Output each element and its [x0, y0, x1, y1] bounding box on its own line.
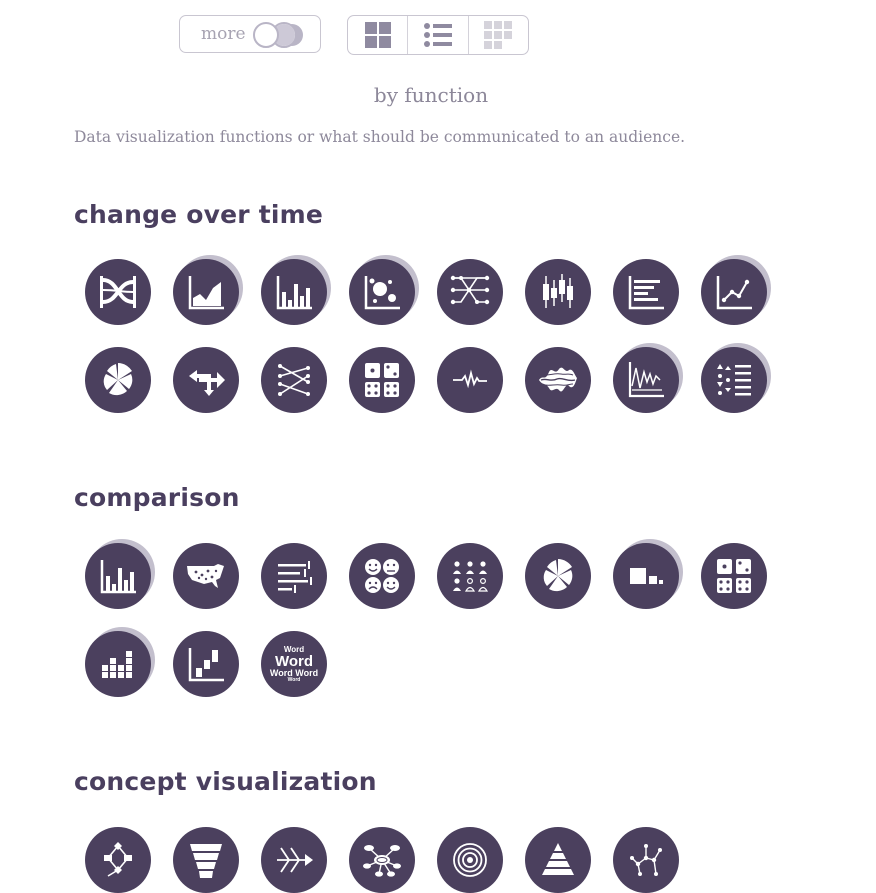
chart-grid-change-over-time	[85, 255, 771, 413]
page-description: Data visualization functions or what sho…	[74, 128, 686, 146]
gantt-chart-icon	[628, 276, 664, 310]
tile-radial-chart[interactable]	[525, 543, 591, 609]
tree-network-icon	[630, 844, 662, 876]
tile-stream-graph[interactable]	[525, 347, 591, 413]
grid-view-button[interactable]	[348, 16, 409, 54]
word-cloud-word: Word	[287, 676, 301, 683]
tile-word-cloud[interactable]: Word Word Word Word Word	[261, 631, 327, 697]
tile-small-multiples[interactable]	[349, 347, 415, 413]
word-cloud-icon: Word Word Word Word Word	[270, 645, 318, 683]
line-chart-icon	[716, 276, 752, 310]
radial-chart-icon	[103, 363, 133, 396]
tile-choropleth-map[interactable]	[173, 543, 239, 609]
chart-grid-concept-visualization	[85, 827, 767, 893]
proportional-area-icon	[630, 568, 663, 584]
tile-bar-chart[interactable]	[261, 255, 331, 325]
tile-radial-chart[interactable]	[85, 347, 151, 413]
tile-slope-chart[interactable]	[261, 347, 327, 413]
pyramid-icon	[542, 843, 574, 875]
word-cloud-word: Word	[274, 652, 314, 670]
chernoff-faces-icon	[365, 559, 399, 593]
bar-chart-icon	[276, 276, 312, 310]
tile-step-chart[interactable]	[173, 631, 239, 697]
target-circles-icon	[453, 843, 487, 877]
grid-icon	[364, 22, 391, 48]
step-chart-icon	[188, 648, 224, 682]
mind-map-icon	[363, 845, 401, 877]
network-lines-icon	[450, 275, 490, 305]
flow-arrows-icon	[189, 370, 225, 396]
more-toggle-button[interactable]: more	[179, 15, 321, 53]
tile-bubble-chart[interactable]	[349, 255, 419, 325]
slope-chart-icon	[278, 364, 310, 396]
compact-grid-icon	[484, 21, 513, 49]
section-title-change-over-time: change over time	[74, 200, 324, 229]
tile-pictograph[interactable]	[437, 543, 503, 609]
small-multiples-icon	[365, 363, 399, 397]
stacked-bar-grid-icon	[102, 651, 132, 678]
tile-chernoff-faces[interactable]	[349, 543, 415, 609]
compact-grid-view-button[interactable]	[469, 16, 528, 54]
tile-proportional-area[interactable]	[613, 539, 683, 609]
bullet-graph-icon	[278, 561, 312, 593]
funnel-icon	[190, 844, 222, 878]
pictograph-icon	[453, 561, 489, 592]
section-title-concept-visualization: concept visualization	[74, 767, 377, 796]
bar-chart-icon	[100, 560, 136, 594]
tile-target-circles[interactable]	[437, 827, 503, 893]
tile-timeline-list[interactable]	[701, 343, 771, 413]
tile-bullet-graph[interactable]	[261, 543, 327, 609]
list-icon	[423, 23, 452, 47]
tile-stacked-bar-grid[interactable]	[85, 627, 155, 697]
more-label: more	[201, 24, 246, 44]
tile-spiral-wave[interactable]	[437, 347, 503, 413]
view-mode-switcher	[347, 15, 529, 55]
spiral-wave-icon	[453, 369, 487, 389]
timeline-list-icon	[717, 364, 751, 396]
radial-chart-icon	[543, 559, 573, 592]
tile-flow-chart[interactable]	[85, 827, 151, 893]
tile-pyramid[interactable]	[525, 827, 591, 893]
fishbone-diagram-icon	[277, 847, 313, 873]
tile-bar-chart[interactable]	[85, 539, 155, 609]
chart-grid-comparison: Word Word Word Word Word	[85, 539, 767, 697]
section-title-comparison: comparison	[74, 483, 240, 512]
alluvial-diagram-icon	[100, 276, 136, 308]
tile-gantt-chart[interactable]	[613, 259, 679, 325]
stream-graph-icon	[539, 367, 577, 392]
list-view-button[interactable]	[408, 16, 469, 54]
tile-line-chart[interactable]	[701, 255, 771, 325]
candlestick-chart-icon	[543, 274, 573, 308]
tile-area-chart[interactable]	[173, 255, 243, 325]
toolbar: more	[0, 15, 876, 57]
choropleth-map-icon	[187, 564, 224, 588]
bubble-chart-icon	[364, 276, 400, 310]
small-multiples-icon	[717, 559, 751, 593]
tile-small-multiples[interactable]	[701, 543, 767, 609]
stock-chart-icon	[628, 362, 664, 398]
area-chart-icon	[188, 276, 224, 310]
tile-funnel[interactable]	[173, 827, 239, 893]
tile-flow-arrows[interactable]	[173, 347, 239, 413]
tile-alluvial-diagram[interactable]	[85, 259, 151, 325]
tile-tree-network[interactable]	[613, 827, 679, 893]
tile-mind-map[interactable]	[349, 827, 415, 893]
page-heading: by function	[373, 83, 489, 107]
tile-fishbone-diagram[interactable]	[261, 827, 327, 893]
tile-network-lines[interactable]	[437, 259, 503, 325]
overlapping-circles-icon	[253, 22, 303, 48]
tile-stock-chart[interactable]	[613, 343, 683, 413]
tile-candlestick-chart[interactable]	[525, 259, 591, 325]
flow-chart-icon	[104, 842, 132, 877]
